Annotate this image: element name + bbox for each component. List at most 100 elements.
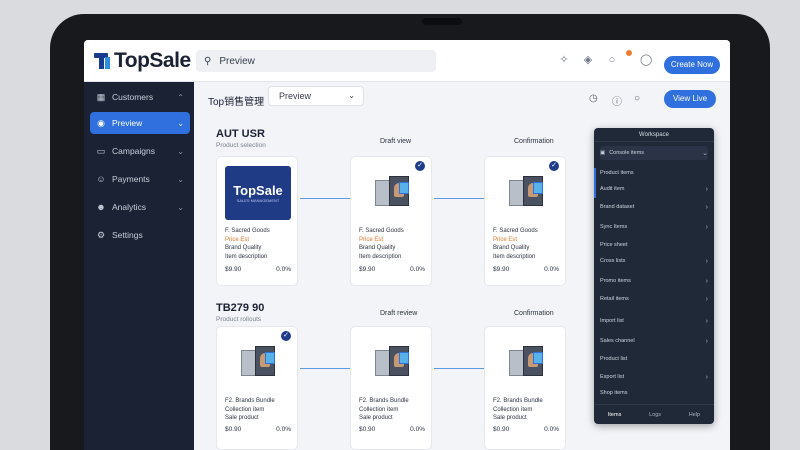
- card-meta: F2. Brands Bundle Collection item Sale p…: [359, 397, 427, 423]
- sidebar-item-label: Settings: [112, 230, 143, 240]
- panel-tabs: Items Logs Help: [594, 404, 714, 424]
- panel-row-label: Promo items: [600, 278, 631, 284]
- chevron-up-icon: ⌃: [177, 92, 184, 102]
- card-price: $0.90: [493, 426, 510, 433]
- card-footer: $9.90 0.0%: [225, 266, 291, 273]
- flow-connector: [434, 368, 484, 369]
- flow-connector: [300, 198, 350, 199]
- search-input[interactable]: Preview: [219, 56, 255, 67]
- panel-row[interactable]: Price sheet: [600, 238, 708, 252]
- chevron-down-icon: ⌄: [177, 118, 184, 128]
- panel-tab[interactable]: Items: [608, 412, 621, 418]
- chevron-right-icon: ›: [705, 223, 708, 231]
- product-card[interactable]: F2. Brands Bundle Collection item Sale p…: [484, 326, 566, 450]
- panel-tab[interactable]: Logs: [649, 412, 661, 418]
- panel-row[interactable]: Sales channel ›: [600, 334, 708, 348]
- panel-row[interactable]: Promo items ›: [600, 274, 708, 288]
- card-price: $0.90: [225, 426, 242, 433]
- panel-row[interactable]: Sync Items ›: [600, 220, 708, 234]
- card-price: $0.90: [359, 426, 376, 433]
- sidebar-item-preview[interactable]: ◉ Preview ⌄: [90, 112, 190, 134]
- section-subtitle: Product rollouts: [216, 316, 262, 323]
- bell-icon[interactable]: ○: [634, 93, 640, 104]
- card-line: Collection item: [359, 406, 399, 413]
- help-icon[interactable]: ◯: [640, 54, 652, 66]
- settings-icon[interactable]: ✧: [558, 54, 570, 66]
- panel-row-label: Console items: [609, 150, 645, 156]
- create-button[interactable]: Create Now: [664, 56, 720, 74]
- card-line: Collection item: [493, 406, 533, 413]
- view-live-button[interactable]: View Live: [664, 90, 716, 108]
- card-line: F. Sacred Goods: [225, 228, 270, 234]
- check-icon: ✓: [549, 161, 559, 171]
- panel-row-label: Product items: [600, 170, 634, 176]
- panel-row[interactable]: Product list: [600, 352, 708, 366]
- card-line: Brand Quality: [359, 245, 396, 251]
- users-icon: ☺: [96, 174, 106, 184]
- panel-row[interactable]: Retail items ›: [600, 292, 708, 306]
- sidebar-item-settings[interactable]: ⚙ Settings: [90, 224, 190, 246]
- product-card[interactable]: ✓ F. Sacred Goods Price Est Brand Qualit…: [350, 156, 432, 286]
- panel-row-label: Retail items: [600, 296, 629, 302]
- product-card[interactable]: TopSale SALES MANAGEMENT F. Sacred Goods…: [216, 156, 298, 286]
- product-box-icon: [241, 346, 275, 380]
- card-meta: F. Sacred Goods Price Est Brand Quality …: [359, 227, 427, 261]
- panel-row[interactable]: Export list ›: [600, 370, 708, 384]
- panel-row[interactable]: Cross lists ›: [600, 254, 708, 268]
- card-thumbnail: [359, 335, 425, 391]
- panel-row[interactable]: Brand dataset ›: [600, 200, 708, 214]
- panel-row[interactable]: Product items: [600, 166, 708, 180]
- sidebar-item-campaigns[interactable]: ▭ Campaigns ⌄: [90, 140, 190, 162]
- camera-notch: [422, 18, 462, 25]
- panel-row[interactable]: Shop items: [600, 386, 708, 400]
- card-meta: F. Sacred Goods Price Est Brand Quality …: [225, 227, 293, 261]
- sidebar-item-analytics[interactable]: ☻ Analytics ⌄: [90, 196, 190, 218]
- sidebar-item-customers[interactable]: ▦ Customers ⌃: [90, 86, 190, 108]
- home-icon: ▣: [600, 150, 606, 156]
- gear-icon: ⚙: [96, 230, 106, 240]
- card-line: Item description: [225, 253, 268, 260]
- section-title: TB279 90: [216, 302, 265, 314]
- app-name: TopSale: [114, 49, 191, 72]
- card-line: F2. Brands Bundle: [493, 398, 543, 404]
- product-card[interactable]: F2. Brands Bundle Collection item Sale p…: [350, 326, 432, 450]
- panel-row-label: Sales channel: [600, 338, 635, 344]
- card-qty: 0.0%: [410, 266, 425, 273]
- shield-icon[interactable]: ◈: [582, 54, 594, 66]
- app-logo[interactable]: TopSale: [94, 49, 191, 73]
- clock-icon[interactable]: ◷: [589, 93, 598, 104]
- preview-dropdown[interactable]: Preview ⌄: [268, 86, 364, 106]
- circle-icon: ◉: [97, 118, 105, 128]
- panel-header-item[interactable]: ▣ Console items ⌄: [600, 146, 708, 160]
- card-qty: 0.0%: [544, 266, 559, 273]
- product-card[interactable]: ✓ F. Sacred Goods Price Est Brand Qualit…: [484, 156, 566, 286]
- chevron-right-icon: ›: [705, 373, 708, 381]
- info-icon[interactable]: ⓘ: [612, 93, 622, 108]
- card-line: Item description: [493, 253, 536, 260]
- panel-row-label: Shop items: [600, 390, 628, 396]
- sidebar-item-label: Preview: [112, 118, 143, 128]
- flow-connector: [300, 368, 350, 369]
- product-card[interactable]: ✓ F2. Brands Bundle Collection item Sale…: [216, 326, 298, 450]
- card-thumbnail: [493, 335, 559, 391]
- card-line: Sale product: [225, 415, 259, 421]
- card-line: F2. Brands Bundle: [225, 398, 275, 404]
- app-screen: TopSale ⚲ Preview ✧ ◈ ○ ◯ Create Now ▦ C…: [84, 40, 730, 450]
- chevron-right-icon: ›: [705, 185, 708, 193]
- card-thumbnail: [225, 335, 291, 391]
- panel-row-label: Import list: [600, 318, 624, 324]
- panel-tab[interactable]: Help: [689, 412, 700, 418]
- card-line: Brand Quality: [493, 245, 530, 251]
- bell-icon[interactable]: ○: [606, 54, 618, 66]
- card-line: Sale product: [359, 415, 393, 421]
- panel-row[interactable]: Audit item ›: [600, 182, 708, 196]
- sidebar-item-payments[interactable]: ☺ Payments ⌄: [90, 168, 190, 190]
- product-box-icon: [375, 176, 409, 210]
- chevron-right-icon: ›: [705, 277, 708, 285]
- search-bar[interactable]: ⚲ Preview: [196, 50, 436, 72]
- product-box-icon: [375, 346, 409, 380]
- panel-row[interactable]: Import list ›: [600, 314, 708, 328]
- card-qty: 0.0%: [276, 266, 291, 273]
- page-title: Top销售管理: [208, 97, 265, 108]
- card-line: Price Est: [225, 236, 250, 243]
